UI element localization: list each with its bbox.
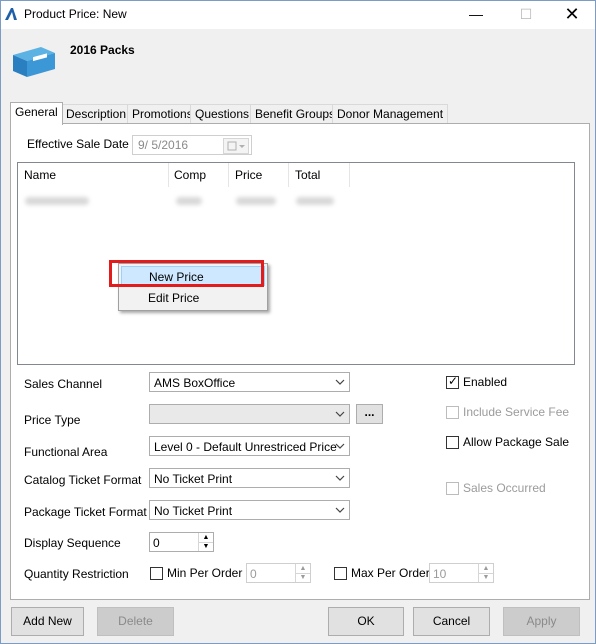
- allow-package-sale-checkbox[interactable]: [446, 436, 459, 449]
- chevron-down-icon: [335, 411, 345, 417]
- add-new-button[interactable]: Add New: [11, 607, 84, 636]
- highlight-annotation: [109, 260, 264, 287]
- package-ticket-format-label: Package Ticket Format: [24, 505, 147, 519]
- tab-questions[interactable]: Questions: [190, 104, 255, 124]
- maximize-button[interactable]: ☐: [503, 1, 549, 29]
- window-title: Product Price: New: [24, 7, 127, 21]
- effective-sale-date-value: 9/ 5/2016: [138, 138, 189, 152]
- min-per-order-spinner[interactable]: 0 ▲ ▼: [246, 563, 311, 583]
- max-per-order-value: 10: [433, 567, 447, 581]
- price-type-select[interactable]: [149, 404, 350, 424]
- catalog-ticket-format-value: No Ticket Print: [154, 472, 233, 486]
- blurred-cell: [236, 197, 276, 205]
- display-sequence-value: 0: [153, 536, 160, 550]
- blurred-cell: [25, 197, 89, 205]
- tab-promotions[interactable]: Promotions: [127, 104, 198, 124]
- blurred-cell: [296, 197, 334, 205]
- cancel-button[interactable]: Cancel: [413, 607, 490, 636]
- enabled-checkbox[interactable]: ✓: [446, 374, 459, 389]
- functional-area-label: Functional Area: [24, 445, 108, 459]
- blurred-cell: [176, 197, 202, 205]
- max-per-order-checkbox[interactable]: [334, 567, 347, 580]
- calendar-dropdown-button[interactable]: [223, 138, 249, 154]
- quantity-restriction-label: Quantity Restriction: [24, 567, 129, 581]
- product-price-window: Product Price: New — ☐ ✕ 2016 Packs Gene…: [0, 0, 596, 644]
- chevron-down-icon: [335, 443, 345, 449]
- calendar-icon: [227, 141, 245, 151]
- display-sequence-label: Display Sequence: [24, 536, 121, 550]
- tab-benefit-groups[interactable]: Benefit Groups: [250, 104, 341, 124]
- package-ticket-format-select[interactable]: No Ticket Print: [149, 500, 350, 520]
- spin-down-icon[interactable]: ▼: [199, 542, 213, 551]
- checkmark-icon: ✓: [448, 374, 459, 388]
- min-per-order-value: 0: [250, 567, 257, 581]
- display-sequence-spinner[interactable]: 0 ▲ ▼: [149, 532, 214, 552]
- title-bar: Product Price: New — ☐ ✕: [1, 1, 595, 29]
- min-per-order-checkbox[interactable]: [150, 567, 163, 580]
- spin-down-icon[interactable]: ▼: [479, 573, 493, 582]
- catalog-ticket-format-select[interactable]: No Ticket Print: [149, 468, 350, 488]
- sales-occurred-checkbox[interactable]: [446, 482, 459, 495]
- column-header-comp[interactable]: Comp: [168, 163, 229, 187]
- sales-channel-select[interactable]: AMS BoxOffice: [149, 372, 350, 392]
- price-list[interactable]: Name Comp Price Total: [17, 162, 575, 365]
- column-header-total[interactable]: Total: [289, 163, 350, 187]
- effective-sale-date-picker[interactable]: 9/ 5/2016: [132, 135, 252, 155]
- functional-area-value: Level 0 - Default Unrestriced Price: [154, 440, 337, 454]
- close-button[interactable]: ✕: [549, 1, 595, 29]
- minimize-button[interactable]: —: [453, 1, 499, 29]
- price-type-browse-button[interactable]: ...: [356, 404, 383, 424]
- enabled-label: Enabled: [463, 375, 508, 389]
- column-header-name[interactable]: Name: [18, 163, 169, 187]
- max-per-order-spinner[interactable]: 10 ▲ ▼: [429, 563, 494, 583]
- sales-channel-value: AMS BoxOffice: [154, 376, 236, 390]
- functional-area-select[interactable]: Level 0 - Default Unrestriced Price: [149, 436, 350, 456]
- catalog-ticket-format-label: Catalog Ticket Format: [24, 473, 142, 487]
- include-service-fee-checkbox[interactable]: [446, 406, 459, 419]
- price-type-label: Price Type: [24, 413, 81, 427]
- allow-package-sale-label: Allow Package Sale: [463, 435, 570, 449]
- spin-down-icon[interactable]: ▼: [296, 573, 310, 582]
- chevron-down-icon: [335, 379, 345, 385]
- effective-sale-date-label: Effective Sale Date: [27, 137, 129, 151]
- max-per-order-label: Max Per Order: [351, 566, 430, 580]
- apply-button[interactable]: Apply: [503, 607, 580, 636]
- tab-donor-management[interactable]: Donor Management: [332, 104, 449, 124]
- menu-item-edit-price[interactable]: Edit Price: [121, 288, 265, 308]
- package-ticket-format-value: No Ticket Print: [154, 504, 233, 518]
- chevron-down-icon: [335, 507, 345, 513]
- tab-description[interactable]: Description: [61, 104, 132, 124]
- app-logo-icon: [5, 8, 17, 20]
- include-service-fee-label: Include Service Fee: [463, 405, 570, 419]
- chevron-down-icon: [335, 475, 345, 481]
- min-per-order-label: Min Per Order: [167, 566, 243, 580]
- column-header-price[interactable]: Price: [229, 163, 289, 187]
- ok-button[interactable]: OK: [328, 607, 404, 636]
- product-name: 2016 Packs: [70, 43, 135, 57]
- product-box-icon: [13, 47, 55, 77]
- delete-button[interactable]: Delete: [97, 607, 174, 636]
- sales-channel-label: Sales Channel: [24, 377, 103, 391]
- tab-general[interactable]: General: [10, 102, 63, 125]
- sales-occurred-label: Sales Occurred: [463, 481, 546, 495]
